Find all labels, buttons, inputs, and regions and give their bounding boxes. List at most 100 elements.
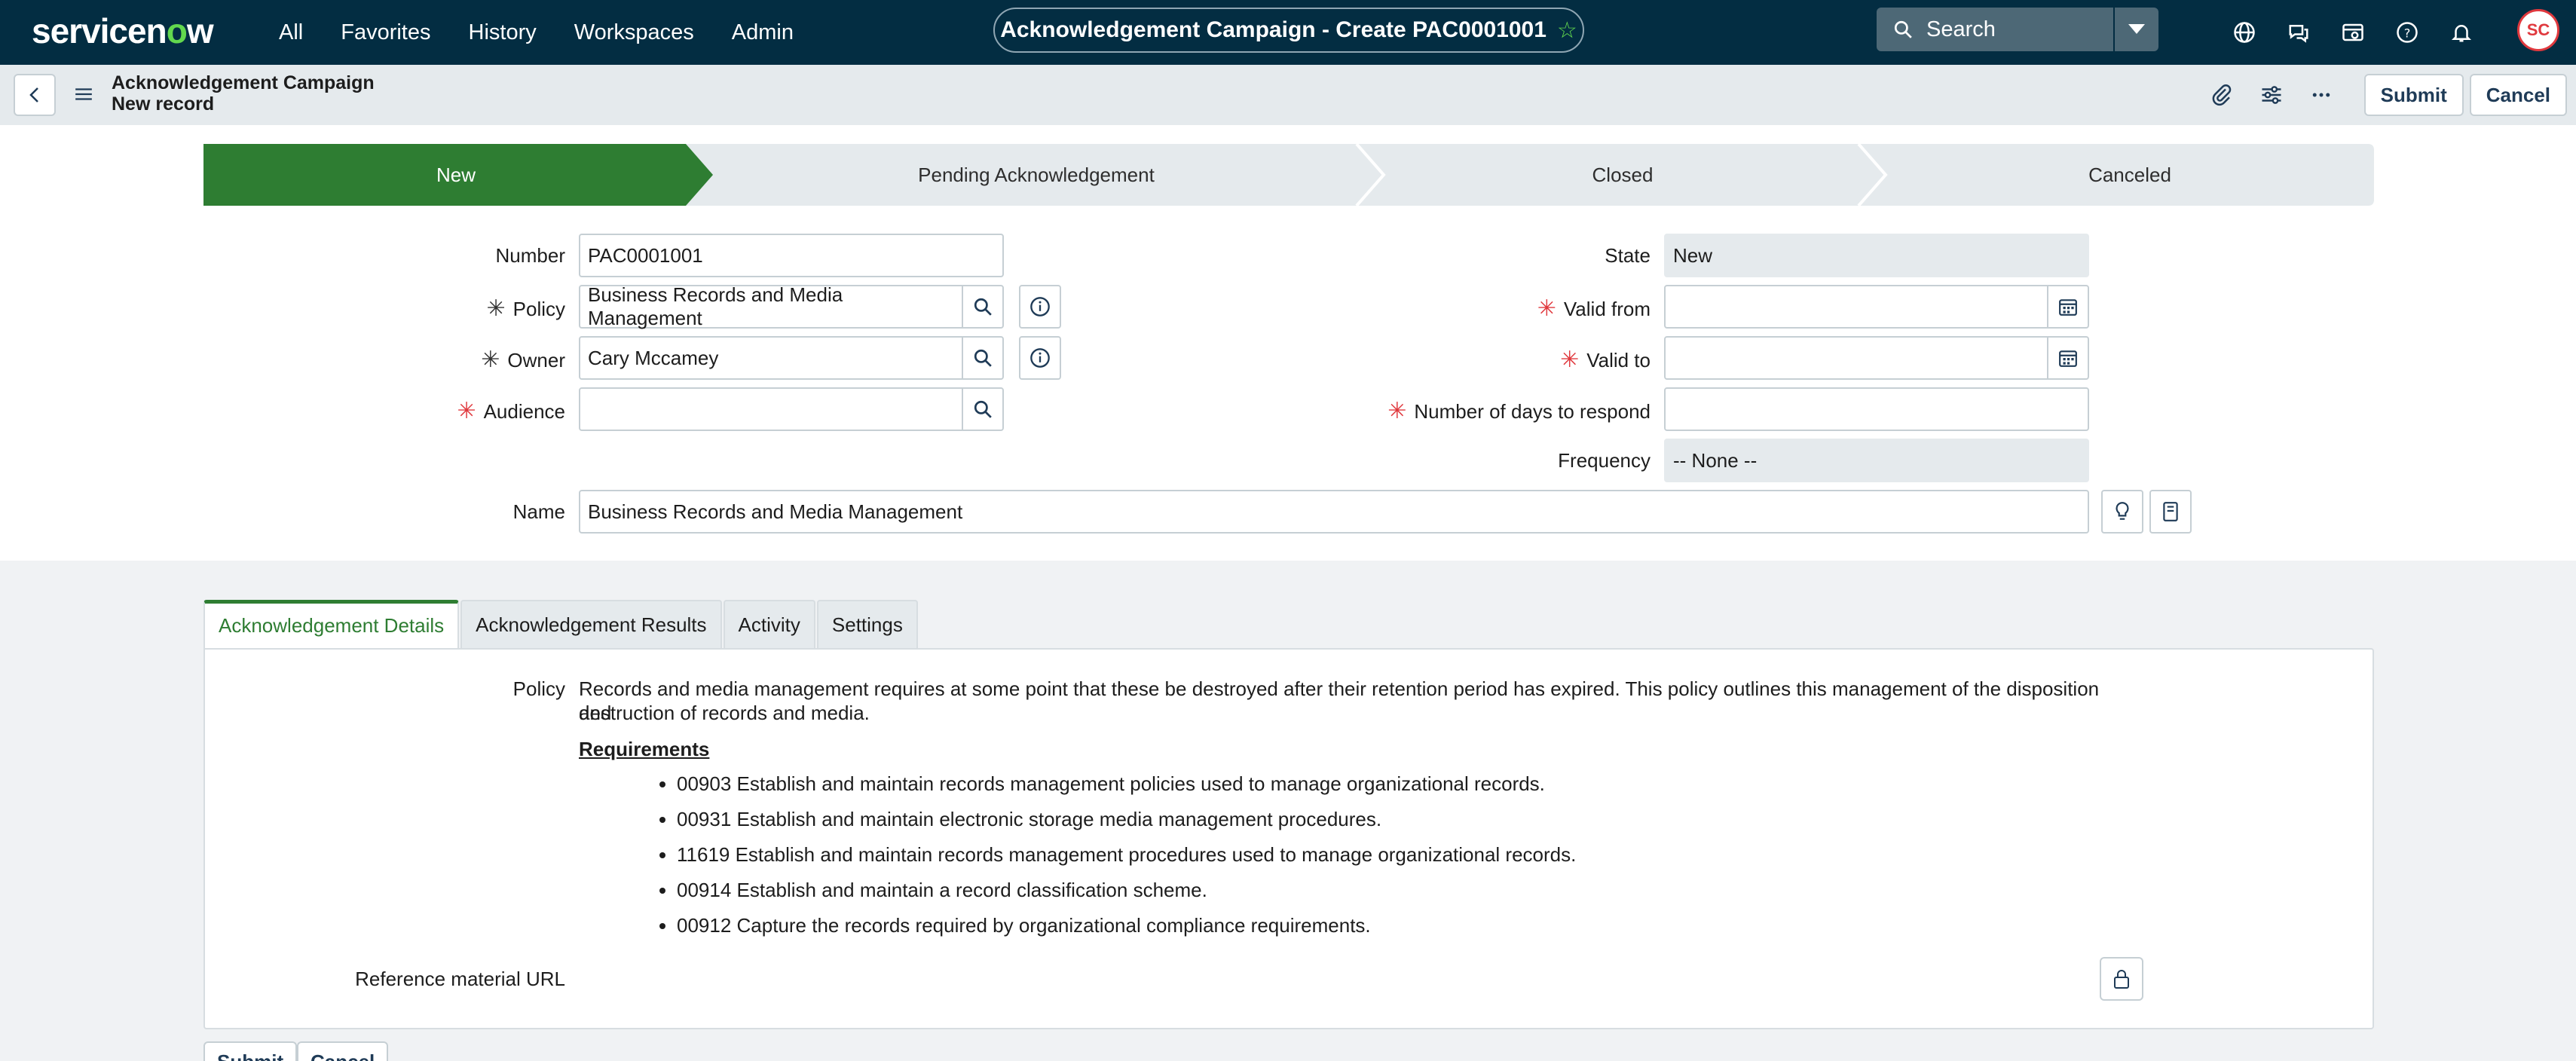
reference-url-lock-button[interactable] bbox=[2100, 957, 2143, 1001]
hamburger-menu-icon[interactable] bbox=[74, 84, 93, 104]
stage-pending-acknowledgement[interactable]: Pending Acknowledgement bbox=[716, 144, 1357, 206]
state-label: State bbox=[1605, 244, 1651, 267]
svg-text:?: ? bbox=[2404, 26, 2411, 40]
favorite-star-icon[interactable]: ☆ bbox=[1557, 17, 1577, 44]
search-placeholder: Search bbox=[1926, 17, 1996, 41]
policy-label: ✳ Policy bbox=[486, 296, 566, 321]
tab-settings[interactable]: Settings bbox=[816, 600, 918, 648]
user-avatar[interactable]: SC bbox=[2517, 9, 2559, 51]
state-progress-bar: New Pending Acknowledgement Closed Cance… bbox=[203, 144, 2374, 206]
policy-description-line-2: destruction of records and media. bbox=[579, 702, 870, 724]
calendar-icon bbox=[2059, 350, 2077, 367]
form-section-tabs: Acknowledgement Details Acknowledgement … bbox=[203, 600, 919, 648]
valid-to-calendar-button[interactable] bbox=[2047, 336, 2089, 380]
tab-acknowledgement-results[interactable]: Acknowledgement Results bbox=[460, 600, 722, 648]
book-icon bbox=[2163, 502, 2178, 521]
workspace-icon[interactable] bbox=[2339, 19, 2366, 46]
search-icon bbox=[974, 400, 992, 418]
lock-icon bbox=[2114, 970, 2129, 989]
tab-acknowledgement-details[interactable]: Acknowledgement Details bbox=[203, 600, 460, 648]
caret-down-icon bbox=[2128, 24, 2145, 34]
record-title: Acknowledgement Campaign New record bbox=[112, 72, 375, 115]
globe-icon[interactable] bbox=[2231, 19, 2258, 46]
owner-info-button[interactable] bbox=[1019, 336, 1061, 380]
required-marker-icon: ✳ bbox=[1387, 399, 1407, 423]
main-nav: All Favorites History Workspaces Admin bbox=[279, 0, 831, 65]
info-icon bbox=[1030, 297, 1050, 316]
policy-field[interactable]: Business Records and Media Management bbox=[579, 283, 963, 329]
more-options-icon[interactable] bbox=[2308, 82, 2334, 108]
requirements-heading: Requirements bbox=[579, 738, 710, 760]
audience-lookup-button[interactable] bbox=[962, 387, 1004, 431]
reference-url-label: Reference material URL bbox=[355, 968, 565, 990]
required-marker-icon: ✳ bbox=[1537, 296, 1556, 321]
search-icon bbox=[1894, 20, 1912, 38]
owner-label: ✳ Owner bbox=[481, 347, 565, 372]
window-title: Acknowledgement Campaign - Create PAC000… bbox=[1000, 17, 1547, 42]
valid-from-field[interactable] bbox=[1664, 285, 2048, 329]
policy-lookup-button[interactable] bbox=[962, 285, 1004, 329]
required-marker-icon: ✳ bbox=[481, 347, 500, 372]
help-icon[interactable]: ? bbox=[2394, 19, 2421, 46]
frequency-label: Frequency bbox=[1558, 449, 1651, 472]
tab-activity[interactable]: Activity bbox=[723, 600, 815, 648]
list-item: 00903 Establish and maintain records man… bbox=[677, 769, 1576, 804]
owner-field[interactable]: Cary Mccamey bbox=[579, 336, 963, 380]
name-spellcheck-button[interactable] bbox=[2149, 490, 2192, 534]
list-item: 00931 Establish and maintain electronic … bbox=[677, 804, 1576, 839]
number-field[interactable]: PAC0001001 bbox=[579, 234, 1004, 277]
state-field: New bbox=[1664, 234, 2089, 277]
requirements-list: 00903 Establish and maintain records man… bbox=[677, 769, 1576, 946]
bottom-submit-button[interactable]: Submit bbox=[203, 1041, 298, 1061]
global-search[interactable]: Search bbox=[1877, 8, 2158, 51]
info-icon bbox=[1030, 348, 1050, 368]
nav-favorites[interactable]: Favorites bbox=[341, 20, 430, 45]
record-header: Acknowledgement Campaign New record Subm… bbox=[0, 65, 2576, 125]
calendar-icon bbox=[2059, 299, 2077, 316]
lightbulb-icon bbox=[2116, 502, 2129, 520]
owner-lookup-button[interactable] bbox=[962, 336, 1004, 380]
submit-button[interactable]: Submit bbox=[2363, 74, 2464, 116]
window-title-pill[interactable]: Acknowledgement Campaign - Create PAC000… bbox=[993, 8, 1584, 53]
header-actions: Submit Cancel bbox=[2209, 74, 2567, 116]
name-suggestion-button[interactable] bbox=[2101, 490, 2143, 534]
stage-closed[interactable]: Closed bbox=[1387, 144, 1859, 206]
audience-field[interactable] bbox=[579, 387, 963, 431]
nav-workspaces[interactable]: Workspaces bbox=[574, 20, 694, 45]
chat-icon[interactable] bbox=[2285, 19, 2312, 46]
nav-admin[interactable]: Admin bbox=[732, 20, 794, 45]
name-field[interactable]: Business Records and Media Management bbox=[579, 490, 2089, 534]
valid-from-label: ✳ Valid from bbox=[1537, 296, 1651, 321]
cancel-button[interactable]: Cancel bbox=[2469, 74, 2567, 116]
required-marker-icon: ✳ bbox=[486, 296, 506, 321]
list-item: 00914 Establish and maintain a record cl… bbox=[677, 875, 1576, 910]
list-item: 11619 Establish and maintain records man… bbox=[677, 839, 1576, 875]
bell-icon[interactable] bbox=[2448, 19, 2475, 46]
nav-history[interactable]: History bbox=[469, 20, 537, 45]
valid-from-calendar-button[interactable] bbox=[2047, 285, 2089, 329]
stage-canceled[interactable]: Canceled bbox=[1889, 144, 2371, 206]
days-to-respond-field[interactable] bbox=[1664, 387, 2089, 431]
required-marker-icon: ✳ bbox=[1560, 347, 1580, 372]
record-type: Acknowledgement Campaign bbox=[112, 72, 375, 93]
search-icon bbox=[974, 298, 992, 316]
valid-to-label: ✳ Valid to bbox=[1560, 347, 1651, 372]
record-status-line: New record bbox=[112, 93, 215, 115]
list-item: 00912 Capture the records required by or… bbox=[677, 910, 1576, 946]
bottom-cancel-button[interactable]: Cancel bbox=[297, 1041, 389, 1061]
policy-info-button[interactable] bbox=[1019, 285, 1061, 329]
servicenow-logo[interactable]: servicenow bbox=[32, 11, 214, 51]
nav-all[interactable]: All bbox=[279, 20, 303, 45]
back-button[interactable] bbox=[14, 74, 56, 116]
chevron-left-icon bbox=[29, 87, 38, 102]
days-to-respond-label: ✳ Number of days to respond bbox=[1387, 399, 1651, 423]
top-navigation-bar: servicenow All Favorites History Workspa… bbox=[0, 0, 2576, 65]
top-icon-group: ? bbox=[2231, 0, 2502, 65]
paperclip-icon[interactable] bbox=[2209, 82, 2235, 108]
name-label: Name bbox=[512, 500, 565, 523]
frequency-select[interactable]: -- None -- bbox=[1664, 439, 2089, 482]
sliders-icon[interactable] bbox=[2259, 82, 2284, 108]
search-dropdown-button[interactable] bbox=[2113, 8, 2158, 51]
valid-to-field[interactable] bbox=[1664, 336, 2048, 380]
stage-new[interactable]: New bbox=[203, 144, 708, 206]
